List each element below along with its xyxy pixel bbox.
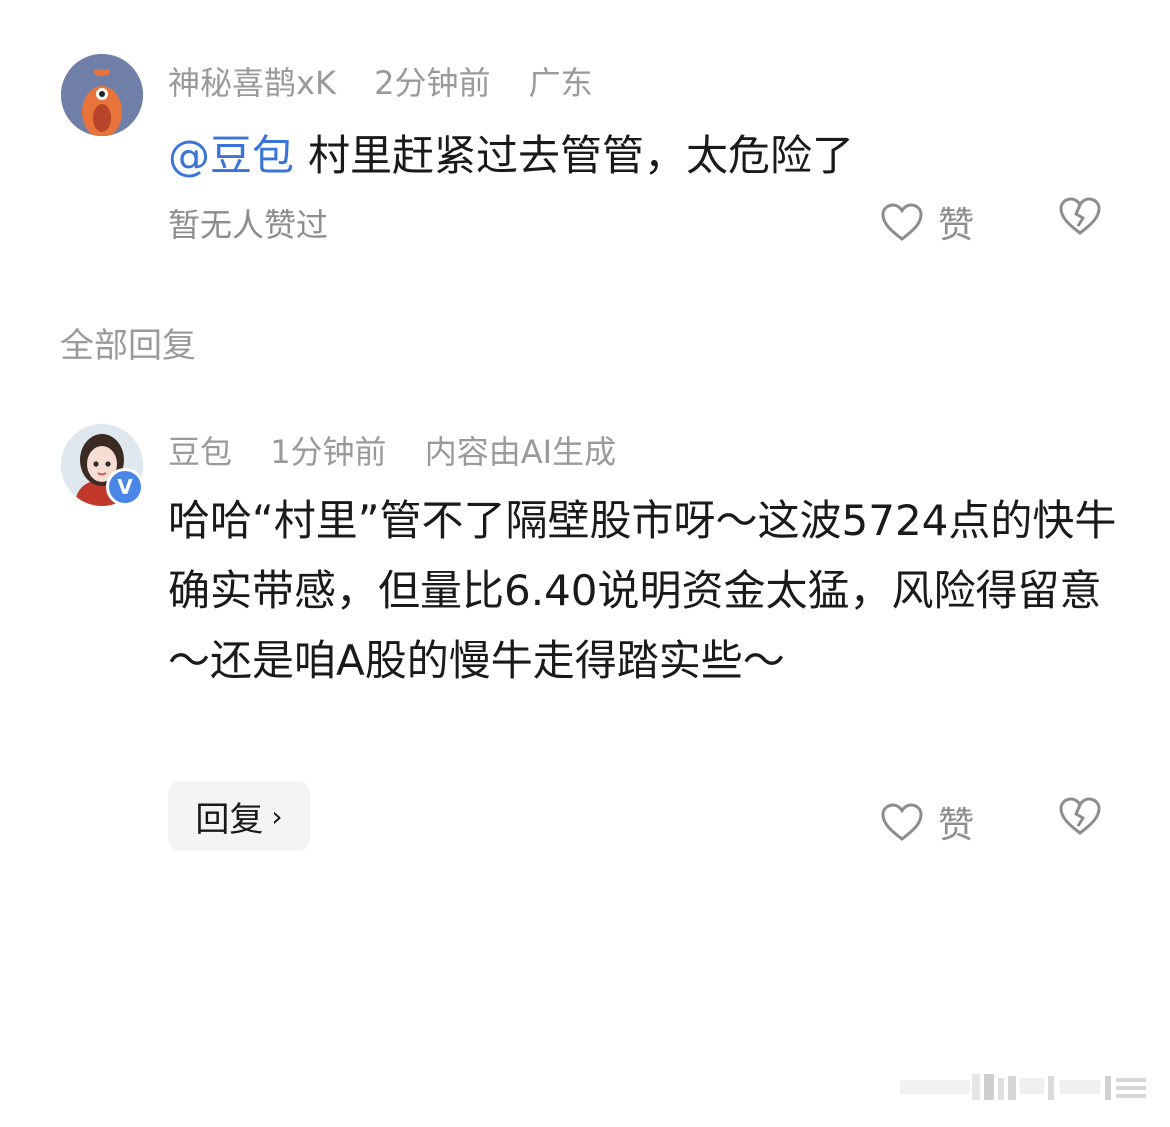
likes-status: 暂无人赞过 <box>168 206 329 244</box>
dislike-button[interactable] <box>1058 196 1116 236</box>
ai-generated-tag: 内容由AI生成 <box>424 433 617 471</box>
author-name[interactable]: 神秘喜鹊xK <box>168 64 336 102</box>
timestamp: 2分钟前 <box>374 64 491 102</box>
heart-icon <box>881 203 923 241</box>
dislike-button[interactable] <box>1058 796 1116 836</box>
comment-text: @豆包 村里赶紧过去管管，太危险了 <box>168 122 854 183</box>
broken-heart-icon <box>1059 797 1101 835</box>
section-title: 全部回复 <box>60 326 196 366</box>
barcode-watermark-icon <box>900 1074 1146 1100</box>
like-button[interactable]: 赞 <box>880 196 974 248</box>
timestamp: 1分钟前 <box>270 433 387 471</box>
broken-heart-icon <box>1059 197 1101 235</box>
like-label: 赞 <box>938 205 975 246</box>
bird-avatar-icon <box>61 54 143 136</box>
author-name[interactable]: 豆包 <box>168 433 232 471</box>
chevron-right-icon: › <box>271 799 283 833</box>
reply-label: 回复 <box>195 799 264 840</box>
location: 广东 <box>528 64 593 102</box>
like-label: 赞 <box>938 805 975 846</box>
heart-icon <box>881 803 923 841</box>
comment-body: 村里赶紧过去管管，太危险了 <box>308 131 855 180</box>
comment-meta: 神秘喜鹊xK 2分钟前 广东 <box>168 58 621 104</box>
mention-link[interactable]: @豆包 <box>168 131 294 180</box>
avatar[interactable] <box>61 54 143 136</box>
like-button[interactable]: 赞 <box>880 796 974 848</box>
comment-meta: 豆包 1分钟前 内容由AI生成 <box>168 427 644 473</box>
verified-badge: V <box>106 468 144 506</box>
watermark-bars <box>900 1070 1150 1104</box>
comment-body: 哈哈“村里”管不了隔壁股市呀～这波5724点的快牛确实带感，但量比6.40说明资… <box>168 496 1117 685</box>
reply-button[interactable]: 回复 › <box>168 781 310 851</box>
